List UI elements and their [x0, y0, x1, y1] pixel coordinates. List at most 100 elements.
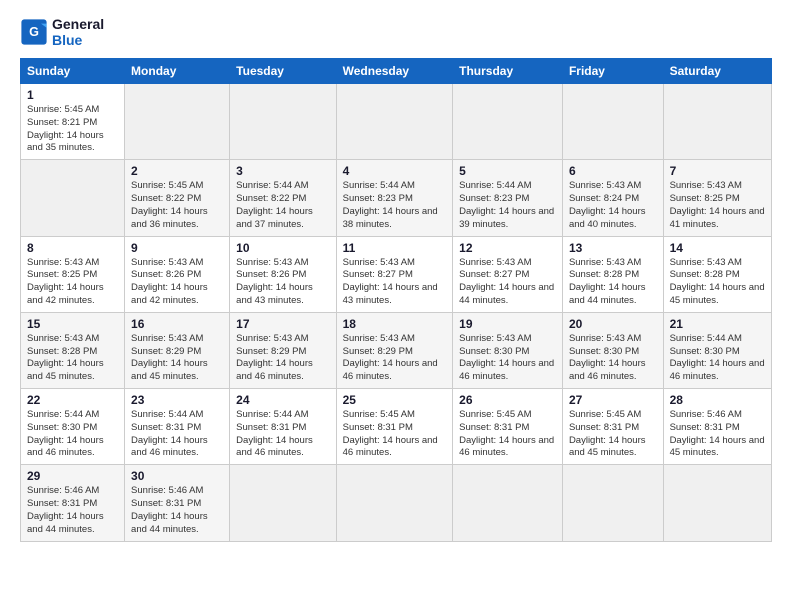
calendar-cell: 15Sunrise: 5:43 AMSunset: 8:28 PMDayligh…: [21, 312, 125, 388]
calendar-week-row: 8 Sunrise: 5:43 AMSunset: 8:25 PMDaylight…: [21, 236, 772, 312]
day-number: 18: [343, 317, 447, 331]
day-info: Sunrise: 5:44 AMSunset: 8:30 PMDaylight:…: [27, 409, 118, 460]
day-info: Sunrise: 5:44 AMSunset: 8:30 PMDaylight:…: [670, 333, 765, 384]
calendar-table: SundayMondayTuesdayWednesdayThursdayFrid…: [20, 58, 772, 542]
calendar-cell: [663, 465, 771, 541]
day-number: 9: [131, 241, 223, 255]
day-number: 19: [459, 317, 556, 331]
day-info: Sunrise: 5:43 AMSunset: 8:24 PMDaylight:…: [569, 180, 657, 231]
day-info: Sunrise: 5:43 AMSunset: 8:29 PMDaylight:…: [343, 333, 447, 384]
calendar-cell: 14 Sunrise: 5:43 AMSunset: 8:28 PMDayligh…: [663, 236, 771, 312]
calendar-page: G General Blue SundayMondayTuesdayWednes…: [0, 0, 792, 612]
calendar-cell: 20 Sunrise: 5:43 AMSunset: 8:30 PMDayligh…: [562, 312, 663, 388]
calendar-cell: 2Sunrise: 5:45 AMSunset: 8:22 PMDaylight…: [125, 160, 230, 236]
calendar-cell: 12 Sunrise: 5:43 AMSunset: 8:27 PMDayligh…: [453, 236, 563, 312]
day-info: Sunrise: 5:46 AMSunset: 8:31 PMDaylight:…: [670, 409, 765, 460]
day-info: Sunrise: 5:45 AMSunset: 8:22 PMDaylight:…: [131, 180, 223, 231]
day-number: 29: [27, 469, 118, 483]
svg-text:G: G: [29, 25, 39, 39]
column-header-monday: Monday: [125, 59, 230, 84]
day-info: Sunrise: 5:43 AMSunset: 8:28 PMDaylight:…: [569, 257, 657, 308]
day-info: Sunrise: 5:45 AMSunset: 8:31 PMDaylight:…: [343, 409, 447, 460]
day-number: 10: [236, 241, 329, 255]
calendar-cell: 22 Sunrise: 5:44 AMSunset: 8:30 PMDayligh…: [21, 389, 125, 465]
day-number: 23: [131, 393, 223, 407]
calendar-cell: [663, 84, 771, 160]
calendar-cell: 11 Sunrise: 5:43 AMSunset: 8:27 PMDayligh…: [336, 236, 453, 312]
day-info: Sunrise: 5:43 AMSunset: 8:25 PMDaylight:…: [27, 257, 118, 308]
calendar-cell: 27 Sunrise: 5:45 AMSunset: 8:31 PMDayligh…: [562, 389, 663, 465]
day-info: Sunrise: 5:45 AMSunset: 8:31 PMDaylight:…: [569, 409, 657, 460]
calendar-cell: 10Sunrise: 5:43 AMSunset: 8:26 PMDayligh…: [230, 236, 336, 312]
calendar-cell: [230, 84, 336, 160]
column-header-tuesday: Tuesday: [230, 59, 336, 84]
day-number: 11: [343, 241, 447, 255]
day-number: 17: [236, 317, 329, 331]
calendar-week-row: 22 Sunrise: 5:44 AMSunset: 8:30 PMDayligh…: [21, 389, 772, 465]
calendar-cell: [21, 160, 125, 236]
day-number: 25: [343, 393, 447, 407]
calendar-header-row: SundayMondayTuesdayWednesdayThursdayFrid…: [21, 59, 772, 84]
day-number: 1: [27, 88, 118, 102]
day-number: 5: [459, 164, 556, 178]
day-number: 26: [459, 393, 556, 407]
calendar-cell: 13 Sunrise: 5:43 AMSunset: 8:28 PMDayligh…: [562, 236, 663, 312]
day-info: Sunrise: 5:44 AMSunset: 8:31 PMDaylight:…: [236, 409, 329, 460]
calendar-cell: 23 Sunrise: 5:44 AMSunset: 8:31 PMDayligh…: [125, 389, 230, 465]
day-number: 3: [236, 164, 329, 178]
calendar-week-row: 15Sunrise: 5:43 AMSunset: 8:28 PMDayligh…: [21, 312, 772, 388]
day-info: Sunrise: 5:43 AMSunset: 8:27 PMDaylight:…: [459, 257, 556, 308]
day-number: 28: [670, 393, 765, 407]
column-header-thursday: Thursday: [453, 59, 563, 84]
column-header-friday: Friday: [562, 59, 663, 84]
day-number: 22: [27, 393, 118, 407]
day-number: 7: [670, 164, 765, 178]
day-info: Sunrise: 5:43 AMSunset: 8:29 PMDaylight:…: [131, 333, 223, 384]
calendar-cell: 26Sunrise: 5:45 AMSunset: 8:31 PMDayligh…: [453, 389, 563, 465]
day-number: 27: [569, 393, 657, 407]
calendar-cell: [230, 465, 336, 541]
day-info: Sunrise: 5:43 AMSunset: 8:28 PMDaylight:…: [670, 257, 765, 308]
day-info: Sunrise: 5:43 AMSunset: 8:25 PMDaylight:…: [670, 180, 765, 231]
day-info: Sunrise: 5:43 AMSunset: 8:30 PMDaylight:…: [569, 333, 657, 384]
day-info: Sunrise: 5:44 AMSunset: 8:31 PMDaylight:…: [131, 409, 223, 460]
calendar-cell: 6 Sunrise: 5:43 AMSunset: 8:24 PMDaylight…: [562, 160, 663, 236]
calendar-cell: 17 Sunrise: 5:43 AMSunset: 8:29 PMDayligh…: [230, 312, 336, 388]
day-number: 8: [27, 241, 118, 255]
calendar-cell: [125, 84, 230, 160]
day-number: 20: [569, 317, 657, 331]
calendar-cell: [453, 84, 563, 160]
day-number: 14: [670, 241, 765, 255]
logo-text: General Blue: [52, 16, 104, 48]
calendar-cell: 5 Sunrise: 5:44 AMSunset: 8:23 PMDaylight…: [453, 160, 563, 236]
calendar-cell: [562, 84, 663, 160]
day-info: Sunrise: 5:43 AMSunset: 8:27 PMDaylight:…: [343, 257, 447, 308]
page-header: G General Blue: [20, 16, 772, 48]
logo-icon: G: [20, 18, 48, 46]
day-number: 6: [569, 164, 657, 178]
calendar-cell: 28 Sunrise: 5:46 AMSunset: 8:31 PMDayligh…: [663, 389, 771, 465]
day-info: Sunrise: 5:43 AMSunset: 8:28 PMDaylight:…: [27, 333, 118, 384]
calendar-week-row: 29 Sunrise: 5:46 AMSunset: 8:31 PMDayligh…: [21, 465, 772, 541]
calendar-week-row: 1Sunrise: 5:45 AMSunset: 8:21 PMDaylight…: [21, 84, 772, 160]
calendar-cell: 4Sunrise: 5:44 AMSunset: 8:23 PMDaylight…: [336, 160, 453, 236]
calendar-cell: 7 Sunrise: 5:43 AMSunset: 8:25 PMDaylight…: [663, 160, 771, 236]
column-header-saturday: Saturday: [663, 59, 771, 84]
day-info: Sunrise: 5:43 AMSunset: 8:26 PMDaylight:…: [131, 257, 223, 308]
day-info: Sunrise: 5:46 AMSunset: 8:31 PMDaylight:…: [27, 485, 118, 536]
day-info: Sunrise: 5:43 AMSunset: 8:29 PMDaylight:…: [236, 333, 329, 384]
calendar-cell: 9 Sunrise: 5:43 AMSunset: 8:26 PMDaylight…: [125, 236, 230, 312]
column-header-sunday: Sunday: [21, 59, 125, 84]
day-info: Sunrise: 5:46 AMSunset: 8:31 PMDaylight:…: [131, 485, 223, 536]
day-number: 12: [459, 241, 556, 255]
calendar-cell: 25 Sunrise: 5:45 AMSunset: 8:31 PMDayligh…: [336, 389, 453, 465]
day-info: Sunrise: 5:44 AMSunset: 8:23 PMDaylight:…: [459, 180, 556, 231]
calendar-cell: 29 Sunrise: 5:46 AMSunset: 8:31 PMDayligh…: [21, 465, 125, 541]
column-header-wednesday: Wednesday: [336, 59, 453, 84]
calendar-cell: 19Sunrise: 5:43 AMSunset: 8:30 PMDayligh…: [453, 312, 563, 388]
day-info: Sunrise: 5:44 AMSunset: 8:22 PMDaylight:…: [236, 180, 329, 231]
calendar-cell: [562, 465, 663, 541]
day-number: 13: [569, 241, 657, 255]
day-number: 24: [236, 393, 329, 407]
calendar-cell: 24 Sunrise: 5:44 AMSunset: 8:31 PMDayligh…: [230, 389, 336, 465]
